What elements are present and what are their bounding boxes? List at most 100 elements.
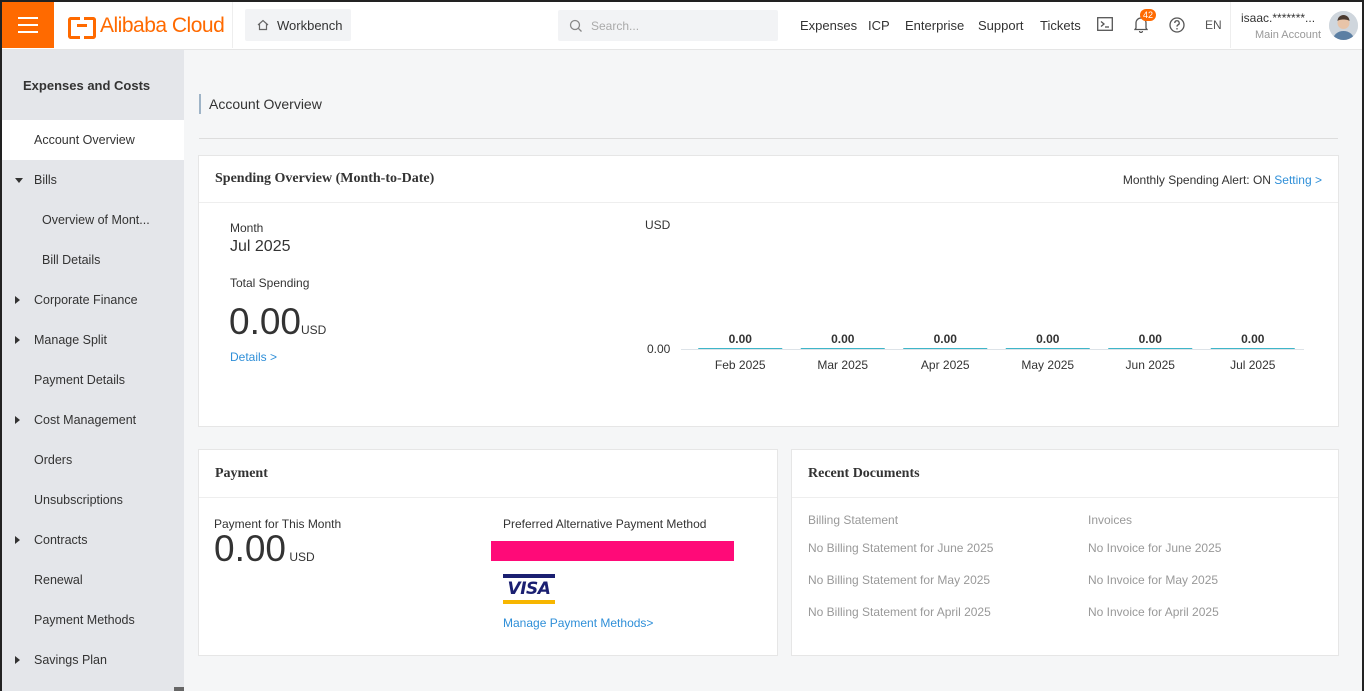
user-avatar-icon — [1329, 11, 1358, 40]
visa-logo-text: VISA — [507, 579, 551, 599]
sidebar-item-label: Manage Split — [34, 333, 107, 347]
chart-bar — [698, 348, 783, 349]
sidebar-item-label: Savings Plan — [34, 653, 107, 667]
month-value: Jul 2025 — [230, 238, 291, 255]
sidebar-item-label: Account Overview — [34, 133, 135, 147]
avatar[interactable] — [1329, 11, 1358, 40]
chart-data-label: 0.00 — [729, 332, 753, 346]
sidebar-item-label: Overview of Mont... — [42, 213, 150, 227]
page-title: Account Overview — [199, 94, 322, 114]
spending-alert: Monthly Spending Alert: ON Setting > — [1123, 173, 1322, 187]
nav-expenses[interactable]: Expenses — [800, 18, 857, 33]
nav-support[interactable]: Support — [978, 18, 1024, 33]
visa-card-logo: VISA — [503, 574, 555, 606]
total-spending-unit: USD — [301, 323, 327, 337]
chart-data-label: 0.00 — [1241, 332, 1265, 346]
caret-down-icon — [15, 177, 23, 183]
chart-data-label: 0.00 — [934, 332, 958, 346]
sidebar-item-label: Orders — [34, 453, 73, 467]
search-box[interactable] — [558, 10, 778, 41]
alibaba-cloud-logo[interactable]: Alibaba Cloud — [68, 13, 225, 39]
total-spending-value: 0.00 — [229, 301, 302, 342]
chart-bar — [1108, 348, 1193, 349]
payment-amount-value: 0.00 — [214, 528, 287, 569]
caret-right-icon — [15, 336, 20, 344]
sidebar-item-payment-details[interactable]: Payment Details — [2, 360, 184, 400]
notification-badge: 42 — [1140, 9, 1157, 21]
menu-button[interactable] — [2, 2, 54, 48]
scrollbar-handle[interactable] — [174, 687, 184, 691]
recent-documents-card: Recent Documents Billing Statement Invoi… — [791, 449, 1339, 656]
sidebar-item-cost-management[interactable]: Cost Management — [2, 400, 184, 440]
spending-bar-chart: USD 0.00 0.00 Feb 2025 0.00 Mar 2025 0.00 Apr 2… — [645, 218, 1304, 372]
sidebar-item-contracts[interactable]: Contracts — [2, 520, 184, 560]
sidebar-item-label: Payment Methods — [34, 613, 135, 627]
manage-payment-methods-link[interactable]: Manage Payment Methods> — [503, 616, 653, 630]
payment-amount: 0.00 USD — [214, 528, 315, 570]
nav-icp[interactable]: ICP — [868, 18, 890, 33]
payment-heading: Payment — [215, 465, 268, 481]
caret-right-icon — [15, 416, 20, 424]
chart-bar — [800, 348, 885, 349]
chart-bar — [1005, 348, 1090, 349]
spending-details-link[interactable]: Details > — [230, 350, 277, 364]
menu-icon — [18, 17, 38, 19]
total-spending-label: Total Spending — [230, 276, 310, 290]
logo-icon — [68, 16, 96, 39]
sidebar-item-label: Corporate Finance — [34, 293, 138, 307]
month-label: Month — [230, 221, 264, 235]
sidebar-item-bill-details[interactable]: Bill Details — [2, 240, 184, 280]
chart-x-tick-label: Mar 2025 — [817, 358, 868, 372]
user-name[interactable]: isaac.*******... — [1241, 11, 1315, 25]
billing-statement-may: No Billing Statement for May 2025 — [808, 573, 991, 587]
sidebar-item-label: Payment Details — [34, 373, 126, 387]
spending-heading: Spending Overview (Month-to-Date) — [215, 171, 435, 186]
divider — [232, 2, 233, 48]
caret-right-icon — [15, 656, 20, 664]
sidebar-item-label: Contracts — [34, 533, 88, 547]
sidebar-item-payment-methods[interactable]: Payment Methods — [2, 600, 184, 640]
sidebar-item-overview-of-mont[interactable]: Overview of Mont... — [2, 200, 184, 240]
menu-icon-line — [18, 31, 38, 33]
search-input[interactable] — [591, 18, 761, 33]
chart-x-tick-label: May 2025 — [1021, 358, 1074, 372]
invoice-may: No Invoice for May 2025 — [1088, 573, 1219, 587]
sidebar-item-savings-plan[interactable]: Savings Plan — [2, 640, 184, 680]
chart-y-tick-label: 0.00 — [647, 342, 671, 356]
nav-enterprise[interactable]: Enterprise — [905, 18, 964, 33]
nav-tickets[interactable]: Tickets — [1040, 18, 1081, 33]
terminal-icon[interactable] — [1097, 17, 1113, 31]
payment-card-header: Payment — [199, 450, 777, 498]
spending-alert-setting-link[interactable]: Setting > — [1274, 173, 1322, 187]
caret-right-icon — [15, 296, 20, 304]
title-divider — [199, 138, 1338, 139]
invoice-april: No Invoice for April 2025 — [1088, 605, 1219, 619]
documents-card-header: Recent Documents — [792, 450, 1338, 498]
sidebar-item-unsubscriptions[interactable]: Unsubscriptions — [2, 480, 184, 520]
divider — [1230, 2, 1231, 48]
sidebar-item-manage-split[interactable]: Manage Split — [2, 320, 184, 360]
sidebar-item-account-overview[interactable]: Account Overview — [2, 120, 184, 160]
invoice-june: No Invoice for June 2025 — [1088, 541, 1222, 555]
search-icon — [569, 19, 582, 32]
home-icon — [257, 19, 269, 31]
sidebar-title: Expenses and Costs — [23, 78, 151, 93]
sidebar-item-corporate-finance[interactable]: Corporate Finance — [2, 280, 184, 320]
help-icon[interactable] — [1169, 17, 1185, 33]
visa-bottom-stripe — [503, 600, 555, 604]
user-role: Main Account — [1255, 29, 1322, 41]
main-content: Account Overview Spending Overview (Mont… — [184, 50, 1362, 691]
workbench-button[interactable]: Workbench — [245, 9, 351, 41]
chart-x-tick-label: Jun 2025 — [1126, 358, 1176, 372]
workbench-label: Workbench — [277, 17, 343, 33]
payment-card: Payment Payment for This Month 0.00 USD … — [198, 449, 778, 656]
sidebar-item-renewal[interactable]: Renewal — [2, 560, 184, 600]
sidebar-item-orders[interactable]: Orders — [2, 440, 184, 480]
chart-x-tick-label: Apr 2025 — [921, 358, 970, 372]
language-switch[interactable]: EN — [1205, 18, 1222, 32]
sidebar-item-bills[interactable]: Bills — [2, 160, 184, 200]
preferred-payment-label: Preferred Alternative Payment Method — [503, 517, 707, 531]
chart-bar — [1210, 348, 1295, 349]
sidebar-item-label: Renewal — [34, 573, 83, 587]
billing-statement-april: No Billing Statement for April 2025 — [808, 605, 991, 619]
